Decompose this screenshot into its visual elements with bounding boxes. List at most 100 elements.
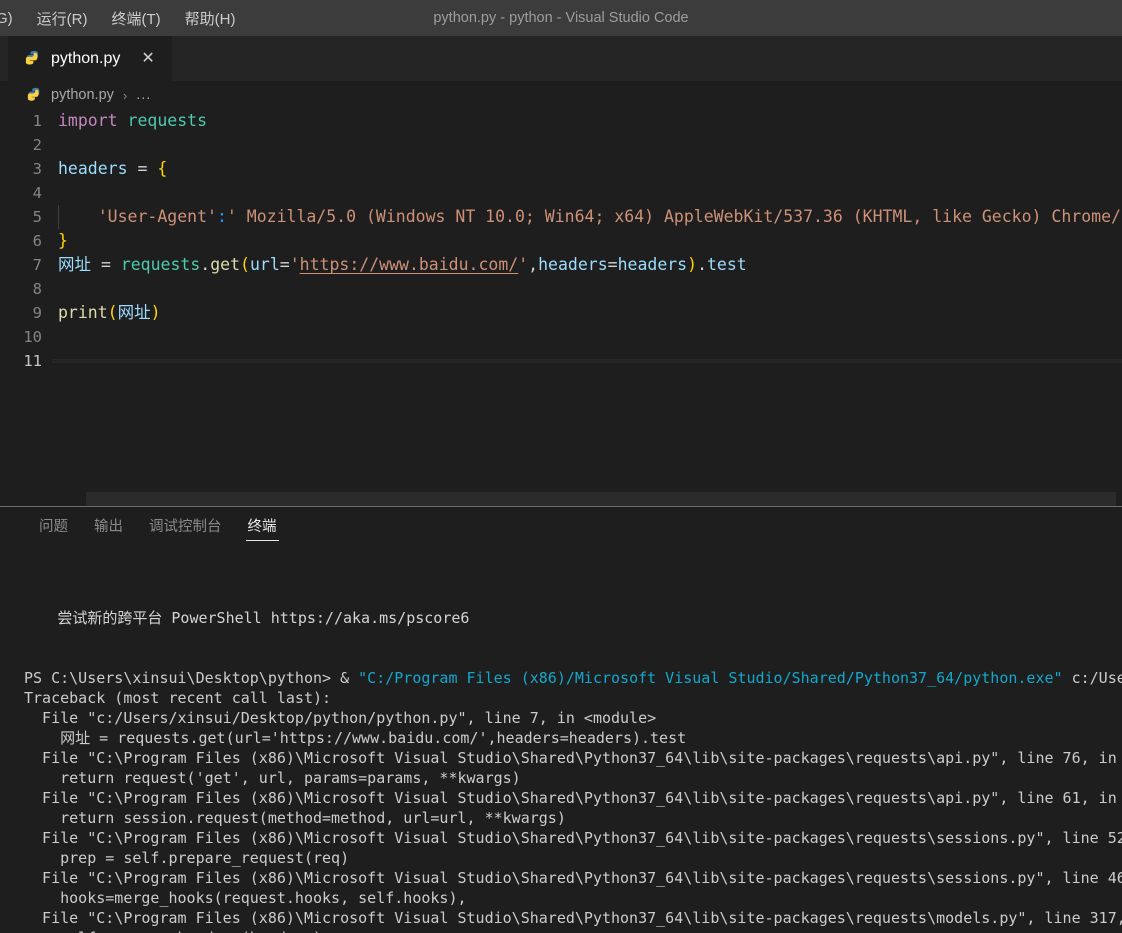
code-token: print [58,303,108,322]
code-token: . [697,255,707,274]
code-editor[interactable]: 1import requests23headers = {45 'User-Ag… [0,109,1122,373]
editor-tab-bar: python.py ✕ [0,36,1122,81]
code-token: { [157,159,167,178]
code-line[interactable]: 9print(网址) [0,301,1122,325]
code-token: 网址 [118,303,151,322]
terminal-line: return session.request(method=method, ur… [24,808,1122,828]
chevron-right-icon: › [121,88,129,103]
terminal-line: File "C:\Program Files (x86)\Microsoft V… [24,908,1122,928]
code-token: url [250,255,280,274]
code-token [128,159,138,178]
menu-item-clipped[interactable]: G) [0,7,25,30]
code-line-content[interactable]: import requests [52,109,1122,133]
code-token: requests [121,255,200,274]
code-line[interactable]: 1import requests [0,109,1122,133]
tab-python-py[interactable]: python.py ✕ [8,36,172,81]
code-token: headers [618,255,688,274]
tabbar-left-strip [0,36,8,81]
breadcrumb-symbol-placeholder[interactable]: ... [136,87,151,103]
line-number: 5 [0,205,52,229]
line-number: 4 [0,181,52,205]
close-icon[interactable]: ✕ [137,49,158,69]
code-line[interactable]: 6} [0,229,1122,253]
code-line[interactable]: 3headers = { [0,157,1122,181]
code-token: ) [687,255,697,274]
code-line[interactable]: 5 'User-Agent':' Mozilla/5.0 (Windows NT… [0,205,1122,229]
tab-label: python.py [51,50,120,68]
code-token [91,255,101,274]
terminal-line: return request('get', url, params=params… [24,768,1122,788]
tabbar-empty-space [172,36,1122,81]
code-line[interactable]: 10 [0,325,1122,349]
panel-tab[interactable]: 问题 [26,507,81,544]
code-line[interactable]: 4 [0,181,1122,205]
indent-guide [58,205,59,229]
menu-item-terminal[interactable]: 终端(T) [100,5,173,32]
code-token [118,111,128,130]
terminal-body: PS C:\Users\xinsui\Desktop\python> & "C:… [24,648,1122,933]
line-number: 7 [0,253,52,277]
scrollbar-thumb[interactable] [86,492,1116,506]
code-token: = [137,159,147,178]
code-token: ) [151,303,161,322]
code-token: ( [108,303,118,322]
terminal-line: self.prepare_headers(headers) [24,928,1122,933]
terminal-line: hooks=merge_hooks(request.hooks, self.ho… [24,888,1122,908]
code-token: : [217,207,227,226]
line-number: 8 [0,277,52,301]
line-number: 2 [0,133,52,157]
code-line[interactable]: 11 [0,349,1122,373]
editor-horizontal-scrollbar[interactable] [0,492,1122,506]
code-line[interactable]: 8 [0,277,1122,301]
terminal-line: File "c:/Users/xinsui/Desktop/python/pyt… [24,708,1122,728]
code-line[interactable]: 2 [0,133,1122,157]
terminal-segment: c:/Use [1063,669,1122,687]
line-number: 10 [0,325,52,349]
menu-item-run[interactable]: 运行(R) [25,5,100,32]
line-number: 1 [0,109,52,133]
code-token: 'User-Agent' [98,207,217,226]
terminal-header-line: 尝试新的跨平台 PowerShell https://aka.ms/pscore… [24,588,1122,608]
code-token: ' Mozilla/5.0 (Windows NT 10.0; Win64; x… [227,207,1122,226]
terminal-header-cn: 尝试新的跨平台 [57,610,162,627]
code-token: test [707,255,747,274]
code-token: = [101,255,111,274]
code-line-content[interactable]: } [52,229,1122,253]
line-number: 9 [0,301,52,325]
terminal-output[interactable]: 尝试新的跨平台 PowerShell https://aka.ms/pscore… [0,544,1122,933]
panel-tab[interactable]: 终端 [235,507,290,544]
code-line-content[interactable]: print(网址) [52,301,1122,325]
terminal-segment: "C:/Program Files (x86)/Microsoft Visual… [358,669,1062,687]
terminal-line: 网址 = requests.get(url='https://www.baidu… [24,728,1122,748]
code-token: = [608,255,618,274]
code-line-content[interactable]: 网址 = requests.get(url='https://www.baidu… [52,253,1122,277]
bottom-panel: 问题输出调试控制台终端 尝试新的跨平台 PowerShell https://a… [0,506,1122,933]
code-token: = [280,255,290,274]
panel-tab-list: 问题输出调试控制台终端 [0,507,1122,544]
code-token: ( [240,255,250,274]
editor-area[interactable]: 1import requests23headers = {45 'User-Ag… [0,109,1122,506]
code-token: headers [538,255,608,274]
menu-bar: G) 运行(R) 终端(T) 帮助(H) [0,0,247,36]
code-token: headers [58,159,128,178]
line-number: 11 [0,349,52,373]
menu-item-help[interactable]: 帮助(H) [173,5,248,32]
line-number: 6 [0,229,52,253]
terminal-line: prep = self.prepare_request(req) [24,848,1122,868]
python-file-icon [25,50,42,67]
python-file-icon [27,87,44,104]
terminal-line: File "C:\Program Files (x86)\Microsoft V… [24,828,1122,848]
panel-tab[interactable]: 输出 [81,507,136,544]
panel-tab[interactable]: 调试控制台 [136,507,235,544]
terminal-line: File "C:\Program Files (x86)\Microsoft V… [24,868,1122,888]
code-line-content[interactable]: 'User-Agent':' Mozilla/5.0 (Windows NT 1… [52,205,1122,229]
breadcrumb-file[interactable]: python.py [51,87,114,103]
line-number: 3 [0,157,52,181]
code-line-content[interactable]: headers = { [52,157,1122,181]
terminal-blank-line [24,648,1122,668]
breadcrumb[interactable]: python.py › ... [0,81,1122,109]
code-token: . [200,255,210,274]
code-line[interactable]: 7网址 = requests.get(url='https://www.baid… [0,253,1122,277]
terminal-header-url: PowerShell https://aka.ms/pscore6 [162,609,469,627]
code-token: requests [128,111,207,130]
